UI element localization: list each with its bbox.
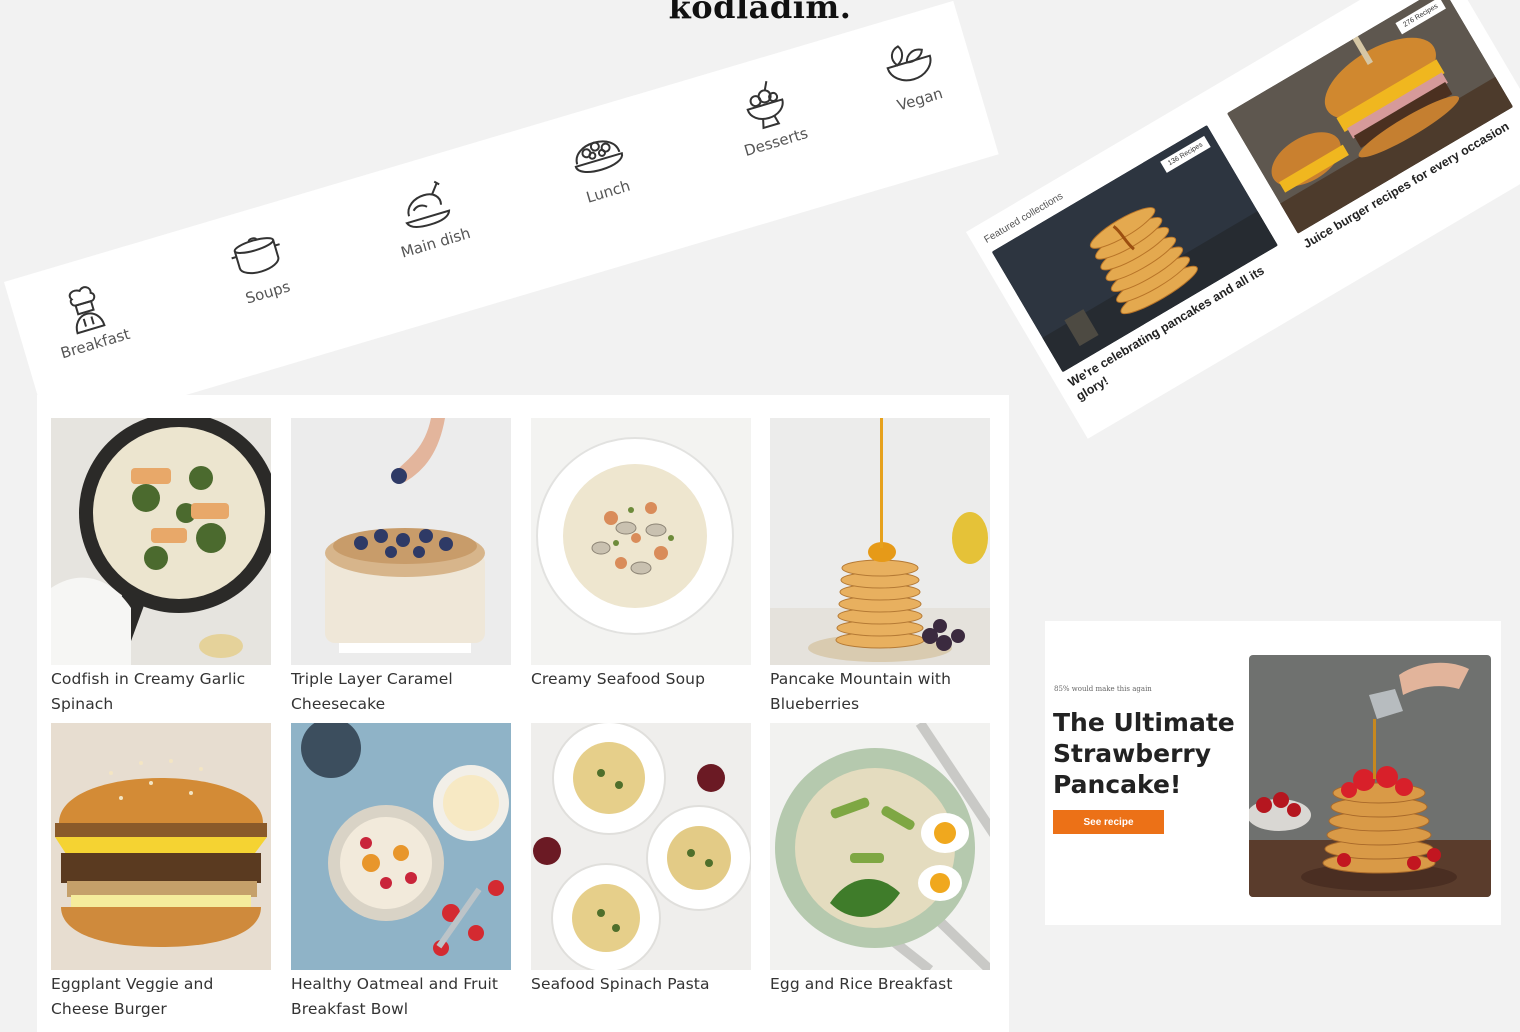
category-breakfast[interactable]: Breakfast [28, 265, 145, 366]
rating-text: 85% would make this again [1054, 685, 1152, 693]
page-title: kodladım. [668, 0, 852, 26]
category-soups[interactable]: Soups [201, 214, 318, 315]
see-recipe-button[interactable]: See recipe [1053, 810, 1164, 834]
recipe-title[interactable]: Codfish in Creamy Garlic Spinach [51, 667, 271, 717]
category-vegan[interactable]: Vegan [853, 21, 970, 122]
recipe-image-codfish [51, 418, 271, 665]
recipe-grid: Codfish in Creamy Garlic Spinach Triple … [37, 395, 1009, 1032]
recipe-title[interactable]: Healthy Oatmeal and Fruit Breakfast Bowl [291, 972, 511, 1022]
recipe-title[interactable]: Pancake Mountain with Blueberries [770, 667, 990, 717]
featured-card-burgers[interactable]: 276 Recipes Juice burger recipes for eve… [1226, 0, 1520, 252]
hero-panel: 85% would make this again The Ultimate S… [1045, 621, 1501, 925]
category-strip: Breakfast Soups Main dish Lunch Desserts… [4, 0, 999, 436]
recipe-image-cheesecake [291, 418, 511, 665]
hero-title: The Ultimate Strawberry Pancake! [1053, 708, 1235, 799]
recipe-image-burger [51, 723, 271, 970]
recipe-image-seafood-pasta [531, 723, 751, 970]
recipe-card[interactable]: Egg and Rice Breakfast [770, 723, 990, 997]
category-main-dish[interactable]: Main dish [369, 164, 486, 265]
recipe-image-oatmeal-bowl [291, 723, 511, 970]
recipe-card[interactable]: Seafood Spinach Pasta [531, 723, 751, 997]
featured-card-pancakes[interactable]: 136 Recipes We're celebrating pancakes a… [991, 124, 1297, 405]
recipe-title[interactable]: Creamy Seafood Soup [531, 667, 751, 692]
recipe-image-pancake-mountain [770, 418, 990, 665]
recipe-card[interactable]: Eggplant Veggie and Cheese Burger [51, 723, 271, 1022]
featured-collections: Featured collections 136 Recipes We're c… [966, 0, 1520, 439]
recipe-image-egg-rice [770, 723, 990, 970]
category-lunch[interactable]: Lunch [541, 113, 658, 214]
recipe-card[interactable]: Creamy Seafood Soup [531, 418, 751, 692]
recipe-title[interactable]: Triple Layer Caramel Cheesecake [291, 667, 511, 717]
recipe-card[interactable]: Triple Layer Caramel Cheesecake [291, 418, 511, 717]
recipe-title[interactable]: Seafood Spinach Pasta [531, 972, 751, 997]
recipe-title[interactable]: Egg and Rice Breakfast [770, 972, 990, 997]
hero-image-strawberry-pancake [1249, 655, 1491, 897]
recipe-title[interactable]: Eggplant Veggie and Cheese Burger [51, 972, 271, 1022]
recipe-card[interactable]: Pancake Mountain with Blueberries [770, 418, 990, 717]
recipe-image-seafood-soup [531, 418, 751, 665]
recipe-card[interactable]: Healthy Oatmeal and Fruit Breakfast Bowl [291, 723, 511, 1022]
category-desserts[interactable]: Desserts [709, 64, 826, 165]
recipe-card[interactable]: Codfish in Creamy Garlic Spinach [51, 418, 271, 717]
